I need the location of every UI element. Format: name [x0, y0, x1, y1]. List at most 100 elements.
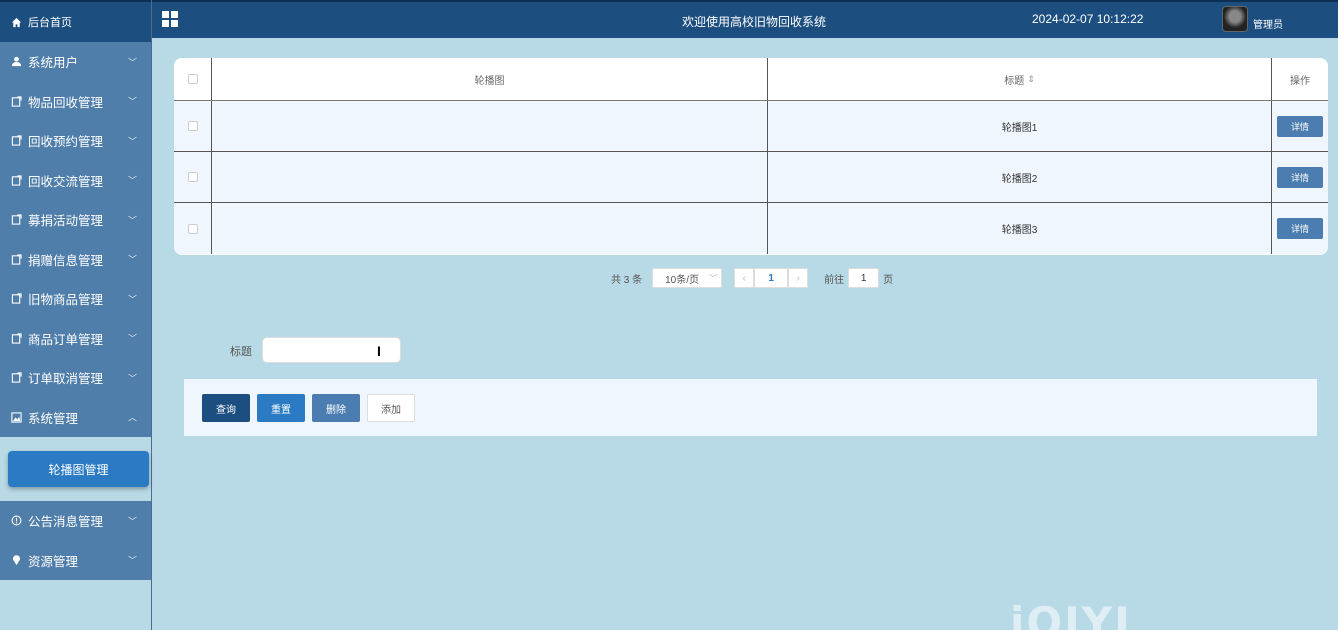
- chevron-down-icon: ﹀: [709, 273, 718, 283]
- doc-icon: [10, 372, 22, 384]
- sidebar-item-resources[interactable]: 资源管理 ﹀: [0, 541, 151, 581]
- doc-icon: [10, 135, 22, 147]
- pagination-total: 共 3 条: [611, 274, 643, 286]
- avatar[interactable]: [1222, 6, 1248, 32]
- delete-button[interactable]: 删除: [312, 394, 360, 422]
- sidebar-item-label: 旧物商品管理: [28, 293, 104, 308]
- sidebar-item-exchange[interactable]: 回收交流管理 ﹀: [0, 161, 151, 201]
- sidebar-home[interactable]: 后台首页: [0, 0, 151, 42]
- chevron-down-icon: ﹀: [127, 333, 137, 344]
- prev-page-button[interactable]: ‹: [734, 268, 755, 288]
- sidebar: 后台首页 系统用户 ﹀ 物品回收管理 ﹀ 回收预约管理 ﹀ 回收交流管理 ﹀ 募…: [0, 0, 152, 630]
- chevron-down-icon: ﹀: [127, 136, 137, 147]
- sidebar-item-label: 物品回收管理: [28, 95, 104, 110]
- home-icon: [10, 16, 22, 28]
- row-action-cell: 详情: [1272, 152, 1328, 202]
- doc-icon: [10, 174, 22, 186]
- pagination: 共 3 条 10条/页 ﹀ ‹ 1 › 前往 1 页: [611, 268, 893, 288]
- page-unit-label: 页: [883, 274, 894, 286]
- goto-label: 前往: [824, 274, 845, 286]
- sidebar-item-orders[interactable]: 商品订单管理 ﹀: [0, 319, 151, 359]
- row-title: 轮播图2: [768, 152, 1272, 202]
- sidebar-item-label: 回收预约管理: [28, 135, 104, 150]
- table-row: 轮播图3 详情: [174, 203, 1328, 254]
- sidebar-menu-lower: 公告消息管理 ﹀ 资源管理 ﹀: [0, 501, 151, 580]
- page-size-select[interactable]: 10条/页 ﹀: [652, 268, 723, 288]
- sidebar-item-cancellations[interactable]: 订单取消管理 ﹀: [0, 358, 151, 398]
- row-image-cell: [212, 152, 768, 202]
- text-cursor-icon: I: [377, 343, 381, 359]
- table-row: 轮播图1 详情: [174, 101, 1328, 152]
- top-header: 欢迎使用高校旧物回收系统 2024-02-07 10:12:22 管理员: [152, 0, 1338, 38]
- select-all-cell: [174, 58, 212, 100]
- row-checkbox[interactable]: [187, 223, 198, 234]
- sidebar-item-label: 资源管理: [28, 554, 79, 569]
- reset-button[interactable]: 重置: [257, 394, 305, 422]
- sidebar-home-label: 后台首页: [28, 17, 72, 29]
- table-row: 轮播图2 详情: [174, 152, 1328, 203]
- sidebar-item-label: 捐赠信息管理: [28, 253, 104, 268]
- chevron-down-icon: ﹀: [127, 373, 137, 384]
- sort-icon[interactable]: ⇕: [1027, 74, 1035, 85]
- datetime: 2024-02-07 10:12:22: [1032, 12, 1144, 26]
- user-icon: [10, 56, 22, 68]
- sidebar-item-label: 募捐活动管理: [28, 214, 104, 229]
- row-action-cell: 详情: [1272, 203, 1328, 254]
- next-page-button[interactable]: ›: [788, 268, 809, 288]
- sidebar-item-fundraising[interactable]: 募捐活动管理 ﹀: [0, 200, 151, 240]
- sidebar-item-donation[interactable]: 捐赠信息管理 ﹀: [0, 240, 151, 280]
- row-select-cell: [174, 101, 212, 151]
- chevron-down-icon: ﹀: [127, 175, 137, 186]
- doc-icon: [10, 214, 22, 226]
- add-button[interactable]: 添加: [367, 394, 415, 422]
- row-checkbox[interactable]: [187, 172, 198, 182]
- column-header-action: 操作: [1290, 75, 1310, 87]
- page-size-value: 10条/页: [665, 274, 700, 286]
- column-header-title[interactable]: 标题 ⇕: [768, 58, 1272, 100]
- page-title: 欢迎使用高校旧物回收系统: [682, 15, 827, 29]
- sidebar-item-appointment[interactable]: 回收预约管理 ﹀: [0, 121, 151, 161]
- pin-icon: [10, 554, 22, 566]
- chevron-down-icon: ﹀: [127, 254, 137, 265]
- sidebar-item-label: 订单取消管理: [28, 372, 104, 387]
- row-action-cell: 详情: [1272, 101, 1328, 151]
- detail-button[interactable]: 详情: [1277, 115, 1323, 137]
- sidebar-item-goods[interactable]: 旧物商品管理 ﹀: [0, 279, 151, 319]
- row-checkbox[interactable]: [187, 121, 198, 131]
- info-icon: [10, 515, 22, 527]
- doc-icon: [10, 293, 22, 305]
- row-select-cell: [174, 203, 212, 254]
- goto-page-input[interactable]: 1: [848, 268, 880, 288]
- user-name[interactable]: 管理员: [1253, 16, 1283, 31]
- chevron-down-icon: ﹀: [127, 555, 137, 566]
- doc-icon: [10, 95, 22, 107]
- chevron-down-icon: ﹀: [127, 516, 137, 527]
- chevron-up-icon: ︿: [127, 412, 137, 423]
- sidebar-item-users[interactable]: 系统用户 ﹀: [0, 42, 151, 82]
- column-header-image: 轮播图: [212, 58, 768, 100]
- watermark: iQIYI: [1010, 598, 1132, 630]
- data-table: 轮播图 标题 ⇕ 操作 轮播图1 详情 轮播图2 详情 轮播图3 详情: [174, 58, 1328, 255]
- row-title: 轮播图3: [768, 203, 1272, 254]
- sidebar-subitem-carousel[interactable]: 轮播图管理: [8, 451, 149, 487]
- sidebar-item-label: 回收交流管理: [28, 174, 104, 189]
- column-header-title-label: 标题: [1004, 75, 1025, 87]
- row-image-cell: [212, 203, 768, 254]
- detail-button[interactable]: 详情: [1277, 166, 1323, 188]
- query-button[interactable]: 查询: [202, 394, 250, 422]
- detail-button[interactable]: 详情: [1277, 218, 1323, 239]
- sidebar-item-label: 系统管理: [28, 411, 79, 426]
- page-number-current[interactable]: 1: [754, 268, 789, 288]
- row-title: 轮播图1: [768, 101, 1272, 151]
- select-all-checkbox[interactable]: [187, 74, 198, 84]
- doc-icon: [10, 332, 22, 344]
- sidebar-item-announcements[interactable]: 公告消息管理 ﹀: [0, 501, 151, 541]
- doc-icon: [10, 253, 22, 265]
- sidebar-item-system[interactable]: 系统管理 ︿: [0, 398, 151, 438]
- row-image-cell: [212, 101, 768, 151]
- sidebar-menu: 系统用户 ﹀ 物品回收管理 ﹀ 回收预约管理 ﹀ 回收交流管理 ﹀ 募捐活动管理…: [0, 42, 151, 437]
- sidebar-item-label: 系统用户: [28, 56, 79, 71]
- grid-menu-icon[interactable]: [162, 11, 178, 27]
- sidebar-item-recycle[interactable]: 物品回收管理 ﹀: [0, 82, 151, 122]
- table-header: 轮播图 标题 ⇕ 操作: [174, 58, 1328, 101]
